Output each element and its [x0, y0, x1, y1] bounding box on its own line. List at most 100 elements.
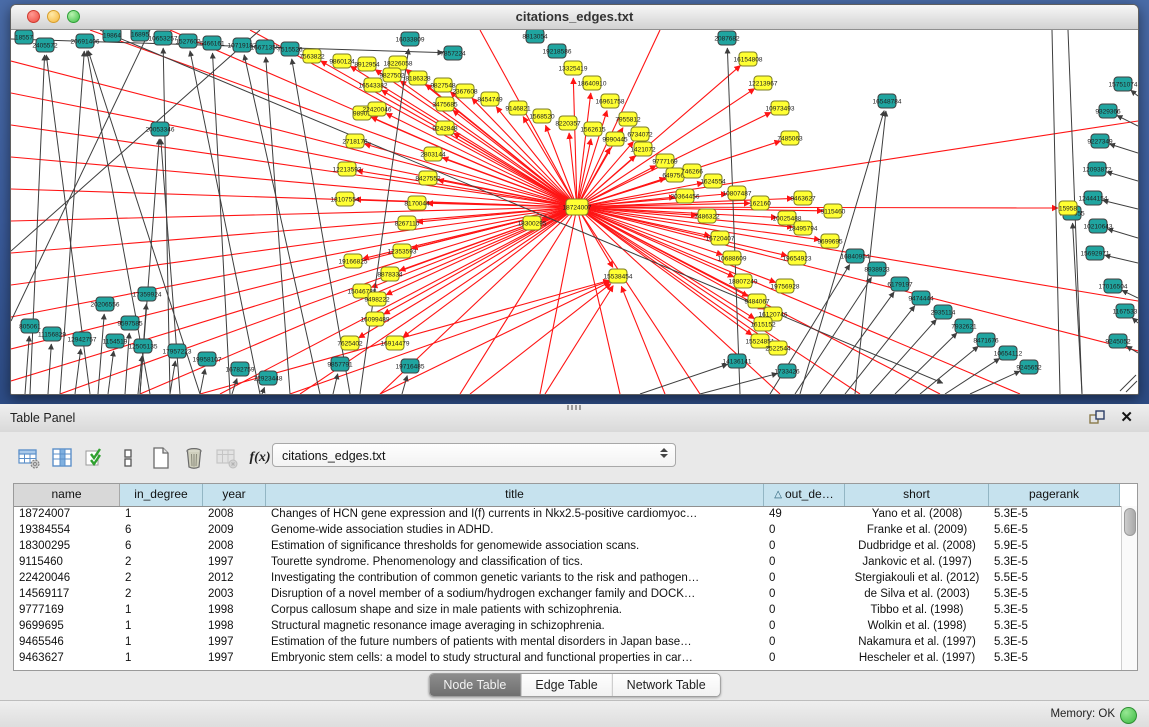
graph-node[interactable]: 9242848 — [432, 121, 458, 135]
graph-node[interactable]: 10688609 — [718, 251, 747, 265]
cell-year[interactable]: 1997 — [203, 555, 266, 571]
graph-node[interactable]: 7955812 — [615, 112, 641, 126]
graph-node[interactable]: 9699695 — [817, 234, 843, 248]
graph-node[interactable]: 15692971 — [1081, 246, 1110, 260]
cell-in_degree[interactable]: 2 — [120, 555, 203, 571]
cell-title[interactable]: Changes of HCN gene expression and I(f) … — [266, 507, 764, 523]
cell-short[interactable]: Nakamura et al. (1997) — [845, 635, 989, 651]
function-builder-icon[interactable]: f(x) — [245, 443, 275, 473]
cell-pagerank[interactable]: 5.3E-5 — [989, 651, 1120, 667]
cell-short[interactable]: de Silva et al. (2003) — [845, 587, 989, 603]
splitter-grip[interactable] — [567, 405, 581, 410]
close-panel-icon[interactable]: ✕ — [1120, 408, 1133, 426]
table-row[interactable]: 911546021997Tourette syndrome. Phenomeno… — [14, 555, 1137, 571]
column-header-short[interactable]: short — [845, 484, 989, 506]
cell-short[interactable]: Jankovic et al. (1997) — [845, 555, 989, 571]
table-row[interactable]: 1830029562008Estimation of significance … — [14, 539, 1137, 555]
cell-in_degree[interactable]: 1 — [120, 603, 203, 619]
table-row[interactable]: 1456911722003Disruption of a novel membe… — [14, 587, 1137, 603]
memory-status-indicator[interactable] — [1120, 707, 1137, 724]
tab-edge-table[interactable]: Edge Table — [521, 674, 612, 696]
cell-pagerank[interactable]: 5.6E-5 — [989, 523, 1120, 539]
graph-node[interactable]: 8938923 — [864, 262, 890, 276]
graph-node[interactable]: 7625402 — [337, 336, 363, 350]
graph-node[interactable]: 16961758 — [596, 94, 625, 108]
graph-node[interactable]: 9329366 — [1095, 104, 1121, 118]
graph-node[interactable]: 10807487 — [723, 186, 752, 200]
delete-icon[interactable] — [179, 443, 209, 473]
cell-out_de[interactable]: 0 — [764, 587, 845, 603]
cell-out_de[interactable]: 49 — [764, 507, 845, 523]
cell-title[interactable]: Investigating the contribution of common… — [266, 571, 764, 587]
graph-node[interactable]: 2718176 — [342, 134, 368, 148]
graph-node[interactable]: 2935114 — [931, 305, 956, 319]
graph-node[interactable]: 162160 — [749, 196, 771, 210]
graph-node[interactable]: 19716485 — [396, 359, 425, 373]
table-settings-icon[interactable] — [14, 443, 44, 473]
graph-node[interactable]: 7857224 — [440, 46, 466, 60]
cell-out_de[interactable]: 0 — [764, 619, 845, 635]
cell-year[interactable]: 2009 — [203, 523, 266, 539]
cell-out_de[interactable]: 0 — [764, 571, 845, 587]
cell-pagerank[interactable]: 5.3E-5 — [989, 619, 1120, 635]
graph-node[interactable]: 7486322 — [694, 209, 720, 223]
graph-node[interactable]: 16782759 — [226, 362, 255, 376]
citation-network-graph[interactable]: 1855724055722069140619864168951065325715… — [11, 30, 1138, 394]
graph-node[interactable]: 7485063 — [777, 131, 803, 145]
graph-node[interactable]: 16033809 — [396, 32, 425, 46]
cell-year[interactable]: 2008 — [203, 507, 266, 523]
graph-node[interactable]: 16840954 — [841, 249, 870, 263]
graph-node[interactable]: 8186328 — [405, 71, 431, 85]
cell-pagerank[interactable]: 5.3E-5 — [989, 555, 1120, 571]
graph-node[interactable]: 14136141 — [723, 354, 752, 368]
column-header-name[interactable]: name — [14, 484, 120, 506]
cell-in_degree[interactable]: 1 — [120, 619, 203, 635]
graph-node[interactable]: 9990445 — [602, 132, 628, 146]
graph-node[interactable]: 1568520 — [529, 109, 555, 123]
graph-node[interactable]: 10653257 — [149, 31, 178, 45]
cell-year[interactable]: 1997 — [203, 651, 266, 667]
graph-node[interactable]: 9857791 — [327, 357, 353, 371]
cell-name[interactable]: 22420046 — [14, 571, 120, 587]
graph-node[interactable]: 3475685 — [432, 97, 458, 111]
graph-node[interactable]: 20691406 — [71, 34, 100, 48]
cell-short[interactable]: Stergiakouli et al. (2012) — [845, 571, 989, 587]
cell-pagerank[interactable]: 5.3E-5 — [989, 603, 1120, 619]
new-table-icon[interactable] — [146, 443, 176, 473]
graph-node[interactable]: 2405572 — [32, 38, 58, 52]
graph-node[interactable]: 16548784 — [873, 94, 902, 108]
graph-node[interactable]: 16895 — [131, 30, 149, 41]
graph-node[interactable]: 9827502 — [379, 68, 405, 82]
cell-short[interactable]: Hescheler et al. (1997) — [845, 651, 989, 667]
column-header-pagerank[interactable]: pagerank — [989, 484, 1120, 506]
graph-node[interactable]: 8220357 — [555, 116, 581, 130]
column-header-year[interactable]: year — [203, 484, 266, 506]
graph-node[interactable]: 8878334 — [377, 267, 403, 281]
cell-pagerank[interactable]: 5.3E-5 — [989, 507, 1120, 523]
cell-name[interactable]: 18724007 — [14, 507, 120, 523]
network-window[interactable]: citations_edges.txt 18557240557220691406… — [10, 4, 1139, 395]
cell-out_de[interactable]: 0 — [764, 651, 845, 667]
graph-node[interactable]: 6179197 — [887, 277, 913, 291]
graph-node[interactable]: 12353593 — [388, 244, 417, 258]
cell-title[interactable]: Tourette syndrome. Phenomenology and cla… — [266, 555, 764, 571]
graph-node[interactable]: 20206556 — [91, 297, 120, 311]
cell-name[interactable]: 9465546 — [14, 635, 120, 651]
graph-node[interactable]: 19218586 — [543, 44, 572, 58]
cell-year[interactable]: 1997 — [203, 635, 266, 651]
cell-name[interactable]: 18300295 — [14, 539, 120, 555]
graph-node[interactable]: 8912954 — [354, 57, 380, 71]
graph-node[interactable]: 2367608 — [452, 84, 478, 98]
graph-node[interactable]: 9227349 — [1087, 134, 1113, 148]
graph-node[interactable]: 16154808 — [734, 52, 763, 66]
graph-node[interactable]: 7932621 — [951, 319, 977, 333]
cell-title[interactable]: Embryonic stem cells: a model to study s… — [266, 651, 764, 667]
graph-node[interactable]: 9597585 — [117, 316, 143, 330]
graph-node[interactable]: 13325419 — [559, 61, 588, 75]
cell-in_degree[interactable]: 6 — [120, 523, 203, 539]
select-all-rows-icon[interactable] — [80, 443, 110, 473]
graph-node[interactable]: 9474444 — [908, 291, 934, 305]
cell-title[interactable]: Corpus callosum shape and size in male p… — [266, 603, 764, 619]
graph-node[interactable]: 2522544 — [765, 341, 791, 355]
cell-short[interactable]: Dudbridge et al. (2008) — [845, 539, 989, 555]
